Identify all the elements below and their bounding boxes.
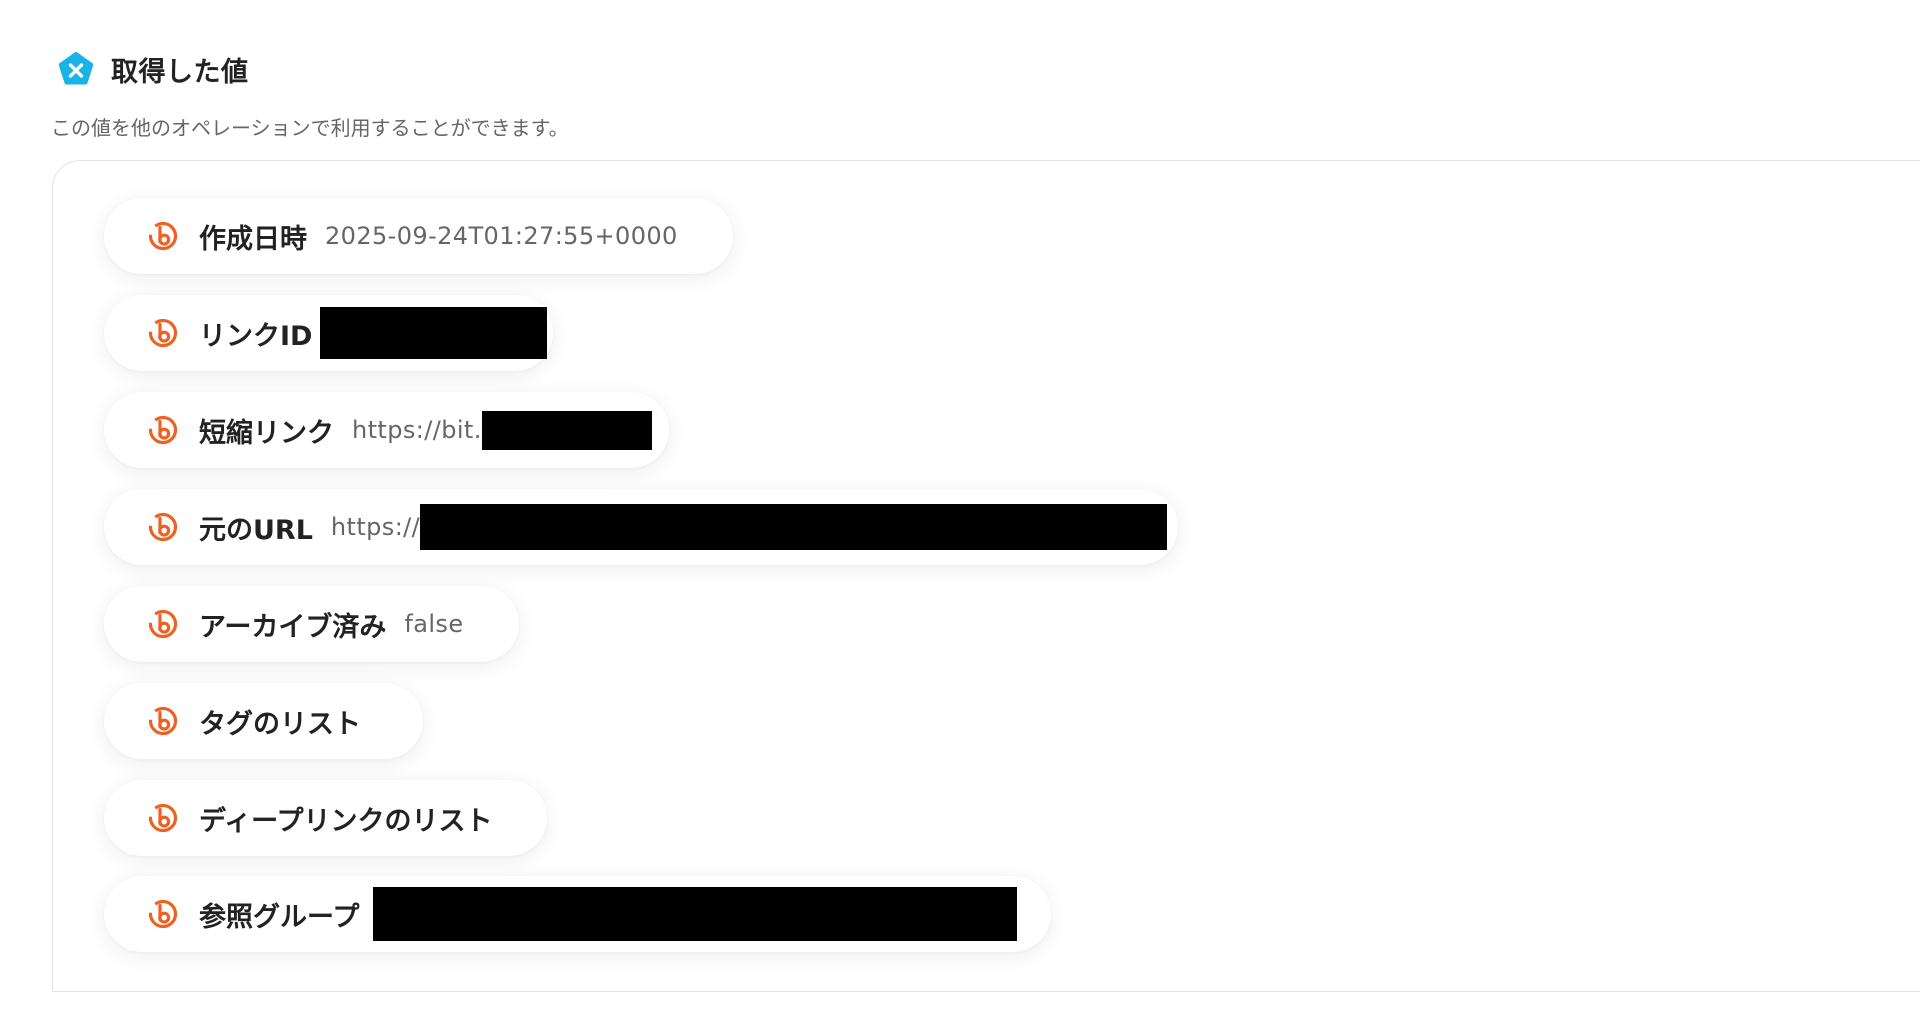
field-label: 短縮リンク (199, 417, 334, 449)
field-tag-list[interactable]: タグのリスト (104, 683, 423, 759)
bitly-icon (148, 221, 178, 251)
field-label: 元のURL (199, 514, 313, 546)
field-label: アーカイブ済み (199, 611, 387, 643)
bitly-icon (148, 609, 178, 639)
field-value: https:// (330, 513, 421, 541)
field-value: false (404, 610, 464, 638)
pentagon-x-icon (58, 51, 94, 85)
redacted-value (373, 887, 1018, 941)
field-label: タグのリスト (199, 708, 361, 740)
redacted-value (481, 410, 652, 450)
field-link-id[interactable]: リンクID (104, 295, 553, 371)
field-short-link[interactable]: 短縮リンク https://bit. (104, 392, 669, 468)
field-created-at[interactable]: 作成日時 2025-09-24T01:27:55+0000 (104, 198, 733, 274)
bitly-icon (148, 803, 178, 833)
field-value: 2025-09-24T01:27:55+0000 (325, 222, 678, 250)
page-subtitle: この値を他のオペレーションで利用することができます。 (51, 116, 569, 140)
field-label: ディープリンクのリスト (199, 805, 493, 837)
values-panel (52, 160, 1920, 992)
field-label: リンクID (199, 320, 313, 352)
bitly-icon (148, 706, 178, 736)
field-label: 参照グループ (199, 901, 360, 933)
field-archived[interactable]: アーカイブ済み false (104, 586, 519, 662)
redacted-value (420, 504, 1168, 550)
field-reference-group[interactable]: 参照グループ (104, 876, 1051, 952)
field-value: https://bit. (352, 416, 482, 444)
field-label: 作成日時 (199, 223, 307, 255)
bitly-icon (148, 318, 178, 348)
field-deeplink-list[interactable]: ディープリンクのリスト (104, 780, 547, 856)
panel-divider (52, 991, 1920, 992)
bitly-icon (148, 899, 178, 929)
bitly-icon (148, 415, 178, 445)
field-original-url[interactable]: 元のURL https:// (104, 489, 1178, 565)
section-header: 取得した値 (55, 48, 249, 90)
bitly-icon (148, 512, 178, 542)
page-title: 取得した値 (111, 56, 249, 88)
redacted-value (320, 307, 548, 359)
